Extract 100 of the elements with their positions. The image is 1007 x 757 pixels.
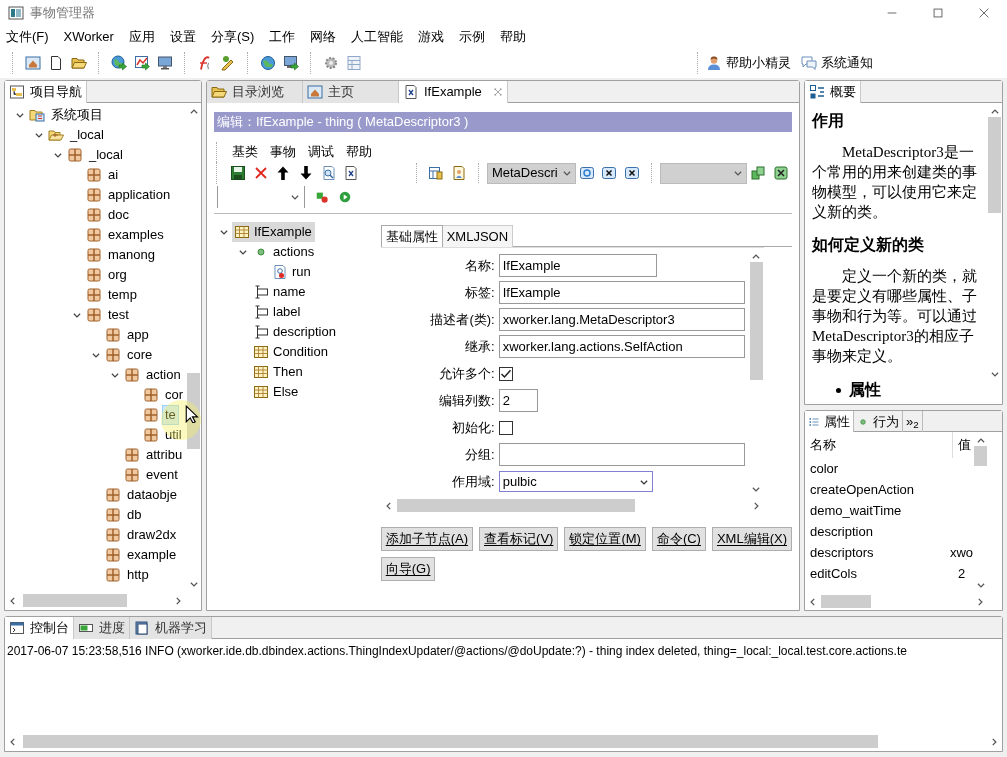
tree-item[interactable]: te	[162, 405, 179, 425]
tree-item[interactable]: name	[251, 282, 309, 302]
tree-item[interactable]: temp	[105, 285, 140, 305]
menu-item[interactable]: 文件(F)	[6, 27, 49, 47]
input-field[interactable]: xworker.lang.MetaDescriptor3	[498, 308, 745, 331]
menu-item[interactable]: 事物	[270, 142, 296, 162]
tab[interactable]: 进度	[74, 617, 130, 639]
tree-item[interactable]: db	[124, 505, 145, 525]
menu-item[interactable]: 工作	[269, 27, 296, 47]
tab[interactable]: 主页	[303, 81, 399, 103]
tab[interactable]: »$_{2}$	[903, 411, 923, 432]
close-icon[interactable]	[492, 87, 503, 97]
scroll-left-icon[interactable]	[8, 595, 18, 606]
expander-icon[interactable]	[219, 227, 229, 237]
tree-item[interactable]: description	[251, 322, 339, 342]
scrollbar-thumb[interactable]	[23, 594, 127, 607]
scrollbar-thumb[interactable]	[821, 595, 871, 608]
folder-icon[interactable]	[70, 55, 87, 71]
tree-item[interactable]: manong	[105, 245, 158, 265]
expander-icon[interactable]	[72, 310, 82, 320]
toolbar-button[interactable]: 帮助小精灵	[706, 53, 791, 73]
tree-item[interactable]: doc	[105, 205, 132, 225]
tab[interactable]: XMLJSON	[442, 225, 514, 247]
tree-item[interactable]: label	[251, 302, 304, 322]
dropdown[interactable]: pulbic	[498, 471, 653, 492]
expander-icon[interactable]	[34, 130, 44, 140]
monitor-arrow-icon[interactable]	[282, 55, 299, 71]
tab[interactable]: 目录浏览	[207, 81, 303, 103]
menu-item[interactable]: 应用	[128, 27, 155, 47]
input-field[interactable]: 2	[498, 389, 538, 412]
tree-item[interactable]: app	[124, 325, 152, 345]
scroll-up-icon[interactable]	[975, 436, 986, 446]
menu-item[interactable]: 帮助	[500, 27, 527, 47]
input-field[interactable]: xworker.lang.actions.SelfAction	[498, 335, 745, 358]
pencil-icon[interactable]	[219, 55, 236, 71]
tree-item[interactable]: org	[105, 265, 130, 285]
menu-item[interactable]: XWorker	[63, 27, 114, 47]
table-icon[interactable]	[428, 165, 445, 181]
tab[interactable]: 控制台	[5, 617, 74, 639]
tree-item[interactable]: Else	[251, 382, 302, 402]
tree-item[interactable]: attribu	[143, 445, 186, 465]
expander-icon[interactable]	[53, 150, 63, 160]
tree-item[interactable]: dataobje	[124, 485, 180, 505]
checkbox[interactable]	[498, 366, 513, 381]
monitor-icon[interactable]	[156, 55, 173, 71]
expander-icon[interactable]	[15, 110, 25, 120]
scroll-down-icon[interactable]	[751, 484, 762, 494]
tree-item[interactable]: _local	[67, 125, 107, 145]
tree-item[interactable]: example	[124, 545, 180, 565]
scroll-right-icon[interactable]	[989, 736, 999, 747]
remove-icon[interactable]	[624, 165, 640, 181]
tree-item[interactable]: test	[105, 305, 132, 325]
tree-item[interactable]: actions	[251, 242, 318, 262]
scroll-right-icon[interactable]	[975, 596, 985, 607]
tab[interactable]: 项目导航	[5, 81, 87, 103]
tab[interactable]: 概要	[805, 81, 861, 103]
tab[interactable]: 属性	[805, 411, 854, 432]
person-document-icon[interactable]	[450, 165, 467, 181]
tab[interactable]: 行为	[854, 411, 903, 432]
scroll-left-icon[interactable]	[8, 736, 18, 747]
scrollbar-thumb[interactable]	[974, 446, 987, 466]
scroll-left-icon[interactable]	[808, 596, 818, 607]
scroll-up-icon[interactable]	[188, 107, 199, 117]
menu-item[interactable]: 调试	[308, 142, 334, 162]
button[interactable]: 查看标记(V)	[479, 527, 559, 551]
gear-icon[interactable]	[322, 55, 339, 71]
button[interactable]: 向导(G)	[380, 557, 436, 581]
document-icon[interactable]	[343, 165, 360, 181]
find-document-icon[interactable]	[320, 165, 337, 181]
menu-item[interactable]: 设置	[169, 27, 196, 47]
globe-icon[interactable]	[259, 55, 276, 71]
scroll-down-icon[interactable]	[989, 369, 1000, 379]
remove-icon[interactable]	[601, 165, 618, 181]
scrollbar-thumb[interactable]	[23, 735, 878, 748]
expander-icon[interactable]	[238, 247, 248, 257]
tree-item[interactable]: cor	[162, 385, 186, 405]
scroll-up-icon[interactable]	[989, 107, 1000, 117]
tree-item[interactable]: run	[270, 262, 314, 282]
button[interactable]: 命令(C)	[651, 527, 706, 551]
tree-item[interactable]: util	[162, 425, 185, 445]
input-field[interactable]	[498, 443, 745, 466]
tree-item[interactable]: examples	[105, 225, 167, 245]
tree-item[interactable]: event	[143, 465, 181, 485]
tree-item[interactable]: http	[124, 565, 152, 585]
scroll-down-icon[interactable]	[188, 579, 199, 589]
column-header[interactable]: 值	[953, 435, 971, 455]
column-header[interactable]: 名称	[805, 432, 953, 458]
window-icon[interactable]	[24, 55, 41, 71]
debug-icon[interactable]	[314, 190, 329, 204]
menu-item[interactable]: 帮助	[346, 142, 372, 162]
scroll-down-icon[interactable]	[975, 580, 986, 590]
scroll-right-icon[interactable]	[173, 595, 183, 606]
expander-icon[interactable]	[110, 370, 120, 380]
tree-item[interactable]: application	[105, 185, 174, 205]
tree-item[interactable]: _local	[86, 145, 126, 165]
squares-icon[interactable]	[750, 165, 767, 181]
menu-item[interactable]: 示例	[459, 27, 486, 47]
button[interactable]: 添加子节点(A)	[380, 527, 474, 551]
input-field[interactable]: IfExample	[498, 254, 657, 277]
tree-item[interactable]: IfExample	[232, 222, 315, 242]
